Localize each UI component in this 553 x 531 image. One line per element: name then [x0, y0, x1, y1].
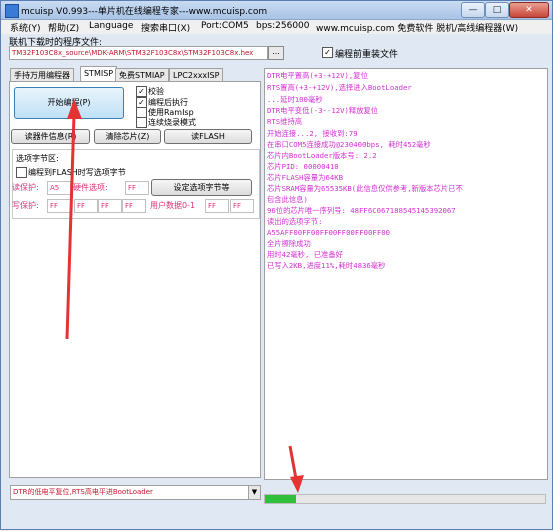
reload-checkbox[interactable]: ✓	[322, 47, 333, 58]
continuous-checkbox[interactable]	[136, 117, 147, 128]
log-line: RTS置高(+3-+12V),选择进入BootLoader	[267, 83, 412, 92]
dtr-mode-select[interactable]: DTR的低电平复位,RTS高电平进BootLoader ▼	[10, 485, 261, 500]
write-option-checkbox[interactable]	[16, 167, 27, 178]
log-line: 全片擦除成功	[267, 239, 311, 248]
hw-option-label: 硬件选项:	[73, 183, 108, 192]
menu-bar: 系统(Y) 帮助(Z) Language 搜索串口(X) Port:COM5 b…	[1, 20, 552, 34]
log-line: A55AFF00FF00FF00FF00FF00FF00	[267, 228, 391, 237]
write-protect-field-2[interactable]: FF	[98, 199, 122, 213]
log-line: ...延时100毫秒	[267, 95, 323, 104]
log-line: DTR电平变低(-3--12V)释放复位	[267, 106, 379, 115]
set-option-bytes-button[interactable]: 设定选项字节等	[151, 179, 252, 196]
log-line: 芯片内BootLoader版本号: 2.2	[267, 151, 377, 160]
minimize-button[interactable]: —	[461, 2, 485, 18]
verify-checkbox[interactable]: ✓	[136, 86, 147, 97]
erase-chip-button[interactable]: 清除芯片(Z)	[94, 129, 161, 144]
log-line: 在串口COM5连接成功@230400bps, 耗时452毫秒	[267, 140, 431, 149]
tab-lpc[interactable]: LPC2xxxISP	[169, 68, 224, 82]
write-option-label: 编程到FLASH时写选项字节	[28, 168, 126, 177]
window-title: mcuisp V0.993---单片机在线编程专家---www.mcuisp.c…	[21, 7, 268, 17]
hw-option-field[interactable]: FF	[125, 181, 149, 195]
menu-port[interactable]: Port:COM5	[201, 21, 249, 31]
log-line: 已写入2KB,进度11%,耗时4836毫秒	[267, 261, 386, 270]
dtr-mode-value: DTR的低电平复位,RTS高电平进BootLoader	[13, 488, 153, 496]
log-output[interactable]: DTR电平置高(+3-+12V),复位 RTS置高(+3-+12V),选择进入B…	[264, 68, 548, 480]
menu-website[interactable]: www.mcuisp.com 免费软件 脱机/高线编程器(W)	[316, 21, 518, 34]
menu-system[interactable]: 系统(Y)	[10, 21, 41, 34]
menu-help[interactable]: 帮助(Z)	[48, 21, 79, 34]
log-line: 芯片SRAM容量为65535KB(此信息仅供参考,新版本芯片已不	[267, 184, 463, 193]
verify-label: 校验	[148, 87, 164, 96]
option-bytes-title: 选项字节区:	[16, 154, 59, 163]
write-protect-field-0[interactable]: FF	[47, 199, 71, 213]
log-line: 读出的选项字节:	[267, 217, 323, 226]
chevron-down-icon[interactable]: ▼	[248, 486, 260, 499]
progress-bar	[264, 494, 546, 504]
write-protect-field-1[interactable]: FF	[74, 199, 98, 213]
tab-stmiap[interactable]: 免费STMIAP	[115, 68, 169, 82]
start-program-button[interactable]: 开始编程(P)	[14, 87, 124, 119]
menu-language[interactable]: Language	[89, 21, 133, 31]
log-line: DTR电平置高(+3-+12V),复位	[267, 71, 368, 80]
reload-label: 编程前重装文件	[335, 50, 399, 60]
read-flash-button[interactable]: 读FLASH	[164, 129, 252, 144]
continuous-label: 连续烧录模式	[148, 118, 196, 127]
log-line: 用时42毫秒, 已准备好	[267, 250, 343, 259]
log-line: 芯片FLASH容量为64KB	[267, 173, 344, 182]
progress-fill	[265, 495, 296, 503]
browse-button[interactable]: ...	[268, 46, 284, 60]
read-protect-field[interactable]: A5	[47, 181, 71, 195]
user-data-field-0[interactable]: FF	[205, 199, 229, 213]
title-bar: mcuisp V0.993---单片机在线编程专家---www.mcuisp.c…	[1, 1, 552, 20]
tab-stmisp[interactable]: STMISP	[80, 66, 118, 82]
maximize-button[interactable]: □	[485, 2, 509, 18]
menu-bps[interactable]: bps:256000	[256, 21, 310, 31]
close-button[interactable]: ✕	[509, 2, 549, 18]
log-line: 96位的芯片唯一序列号: 48FF6C067188545145392067	[267, 206, 456, 215]
main-window: mcuisp V0.993---单片机在线编程专家---www.mcuisp.c…	[0, 0, 553, 530]
user-data-label: 用户数据0-1	[150, 201, 196, 210]
log-line: RTS维持高	[267, 117, 303, 126]
menu-search-port[interactable]: 搜索串口(X)	[141, 21, 190, 34]
log-line: 开始连接...2, 接收到:79	[267, 129, 358, 138]
app-icon	[5, 4, 19, 18]
log-line: 包含此信息)	[267, 195, 308, 204]
read-info-button[interactable]: 读器件信息(R)	[11, 129, 90, 144]
file-path-input[interactable]: TM32F103C8x_source\MDK-ARM\STM32F103C8x\…	[9, 46, 268, 60]
write-protect-field-3[interactable]: FF	[122, 199, 146, 213]
log-line: 芯片PID: 00000410	[267, 162, 339, 171]
read-protect-label: 读保护:	[12, 183, 39, 192]
write-protect-label: 写保护:	[12, 201, 39, 210]
tab-handheld[interactable]: 手持万用编程器	[10, 68, 74, 82]
user-data-field-1[interactable]: FF	[230, 199, 254, 213]
